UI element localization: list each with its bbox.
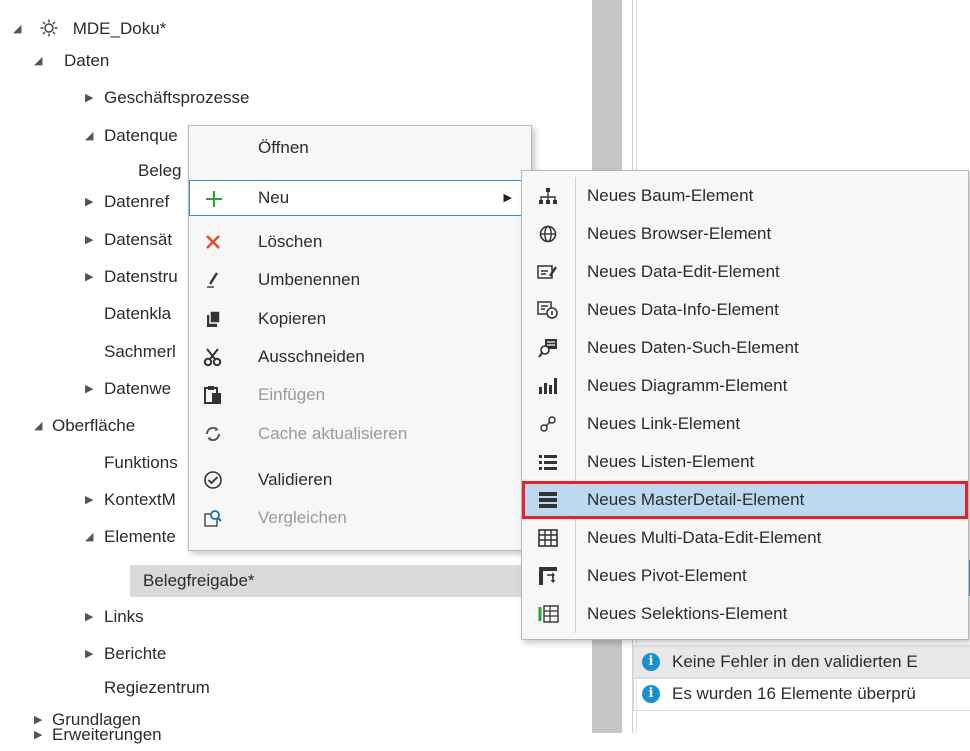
tree-node-beleg[interactable]: Beleg (138, 155, 181, 187)
tree-node-links[interactable]: Links (104, 601, 144, 633)
collapse-arrow-icon[interactable]: ◢ (85, 521, 93, 553)
info-icon: i (642, 653, 660, 671)
collapse-arrow-icon[interactable]: ◢ (34, 410, 42, 442)
expand-arrow-icon[interactable]: ▶ (85, 261, 93, 293)
message-row[interactable]: i Es wurden 16 Elemente überprü (633, 677, 970, 711)
tree-node-kontextmenue[interactable]: KontextM (104, 484, 176, 516)
submenu-item-tree-element[interactable]: Neues Baum-Element (522, 177, 968, 215)
tree-node-datensaetze[interactable]: Datensät (104, 224, 172, 256)
link-icon (534, 405, 562, 443)
submenu-item-chart-element[interactable]: Neues Diagramm-Element (522, 367, 968, 405)
menu-item-open[interactable]: Öffnen (189, 130, 531, 166)
pivot-icon (534, 557, 562, 595)
tree-node-daten[interactable]: Daten (64, 45, 109, 77)
menu-item-compare[interactable]: Vergleichen (189, 500, 531, 536)
globe-icon (534, 215, 562, 253)
submenu-item-data-info-element[interactable]: Neues Data-Info-Element (522, 291, 968, 329)
tree-node-datenwerte[interactable]: Datenwe (104, 373, 171, 405)
submenu-item-list-element[interactable]: Neues Listen-Element (522, 443, 968, 481)
tree-node-funktionen[interactable]: Funktions (104, 447, 178, 479)
tree-node-datenstrukturen[interactable]: Datenstru (104, 261, 178, 293)
tree-node-belegfreigabe[interactable]: Belegfreigabe* (143, 565, 255, 597)
message-row[interactable]: i Keine Fehler in den validierten E (633, 645, 970, 679)
expand-arrow-icon[interactable]: ▶ (34, 719, 42, 751)
tree-node-regiezentrum[interactable]: Regiezentrum (104, 672, 210, 704)
submenu-item-data-edit-element[interactable]: Neues Data-Edit-Element (522, 253, 968, 291)
delete-x-icon (201, 224, 225, 260)
tree-node-datenklassen[interactable]: Datenkla (104, 298, 171, 330)
tree-node-root[interactable]: MDE_Doku* (40, 13, 166, 45)
submenu-item-link-element[interactable]: Neues Link-Element (522, 405, 968, 443)
pencil-icon (201, 262, 225, 298)
scissors-icon (201, 339, 225, 375)
data-info-icon (534, 291, 562, 329)
expand-arrow-icon[interactable]: ▶ (85, 601, 93, 633)
data-search-icon (534, 329, 562, 367)
tree-label-root: MDE_Doku* (72, 19, 167, 38)
copy-icon (201, 301, 225, 337)
tree-node-geschaeftsprozesse[interactable]: Geschäftsprozesse (104, 82, 250, 114)
expand-arrow-icon[interactable]: ▶ (85, 82, 93, 114)
menu-item-refresh-cache[interactable]: Cache aktualisieren (189, 416, 531, 452)
submenu-item-multi-data-edit-element[interactable]: Neues Multi-Data-Edit-Element (522, 519, 968, 557)
bar-chart-icon (534, 367, 562, 405)
submenu-item-browser-element[interactable]: Neues Browser-Element (522, 215, 968, 253)
tree-node-berichte[interactable]: Berichte (104, 638, 166, 670)
submenu-item-data-search-element[interactable]: Neues Daten-Such-Element (522, 329, 968, 367)
tree-node-oberflaeche[interactable]: Oberfläche (52, 410, 135, 442)
menu-item-paste[interactable]: Einfügen (189, 377, 531, 413)
expand-arrow-icon[interactable]: ▶ (85, 638, 93, 670)
tree-icon (534, 177, 562, 215)
submenu-item-pivot-element[interactable]: Neues Pivot-Element (522, 557, 968, 595)
compare-icon (201, 500, 225, 536)
menu-item-copy[interactable]: Kopieren (189, 301, 531, 337)
tree-node-datenreferenzen[interactable]: Datenref (104, 186, 169, 218)
collapse-arrow-icon[interactable]: ◢ (34, 45, 42, 77)
master-detail-icon (534, 481, 562, 519)
tree-node-erweiterungen[interactable]: Erweiterungen (52, 719, 162, 751)
info-icon: i (642, 685, 660, 703)
submenu-arrow-icon: ▶ (503, 192, 512, 204)
context-menu: Öffnen Neu ▶ Löschen Umbenennen Kopieren… (188, 125, 532, 551)
check-circle-icon (201, 462, 225, 498)
list-icon (534, 443, 562, 481)
submenu-item-masterdetail-element[interactable]: Neues MasterDetail-Element (522, 481, 968, 519)
tree-node-datenquellen[interactable]: Datenque (104, 120, 178, 152)
selection-icon (534, 595, 562, 633)
menu-item-rename[interactable]: Umbenennen (189, 262, 531, 298)
grid-icon (534, 519, 562, 557)
refresh-icon (201, 416, 225, 452)
data-edit-icon (534, 253, 562, 291)
expand-arrow-icon[interactable]: ▶ (85, 484, 93, 516)
collapse-arrow-icon[interactable]: ◢ (13, 13, 21, 45)
menu-item-delete[interactable]: Löschen (189, 224, 531, 260)
plus-icon (202, 181, 226, 217)
menu-item-new[interactable]: Neu ▶ (189, 180, 531, 216)
paste-icon (201, 377, 225, 413)
expand-arrow-icon[interactable]: ▶ (85, 186, 93, 218)
tree-node-sachmerkmale[interactable]: Sachmerl (104, 336, 176, 368)
submenu-new: Neues Baum-Element Neues Browser-Element… (521, 170, 969, 640)
expand-arrow-icon[interactable]: ▶ (85, 224, 93, 256)
menu-item-cut[interactable]: Ausschneiden (189, 339, 531, 375)
menu-item-validate[interactable]: Validieren (189, 462, 531, 498)
collapse-arrow-icon[interactable]: ◢ (85, 120, 93, 152)
expand-arrow-icon[interactable]: ▶ (85, 373, 93, 405)
submenu-item-selection-element[interactable]: Neues Selektions-Element (522, 595, 968, 633)
project-gear-icon (40, 13, 60, 45)
tree-node-elemente[interactable]: Elemente (104, 521, 176, 553)
